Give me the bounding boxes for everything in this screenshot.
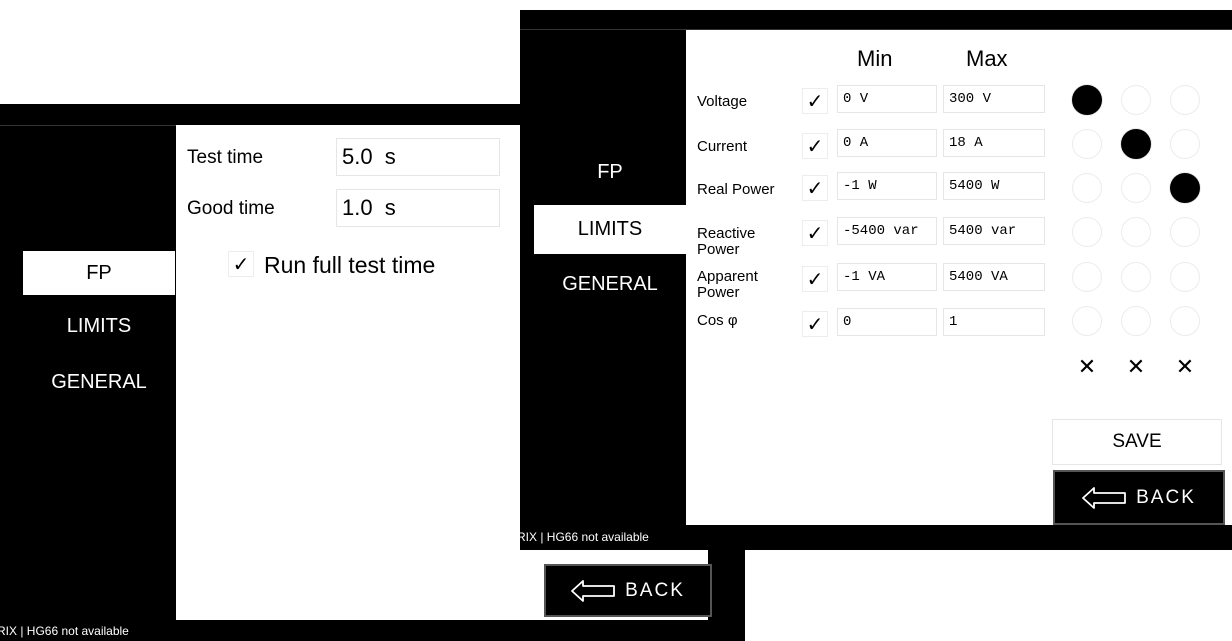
back-nav-general[interactable]: GENERAL — [23, 360, 175, 404]
real-power-max-field[interactable]: 5400 W — [943, 172, 1045, 200]
front-window-back-label: BACK — [1136, 486, 1196, 508]
front-window: FP LIMITS GENERAL Min Max Voltage ✓ 0 V … — [520, 10, 1232, 550]
apparent-power-min-field[interactable]: -1 VA — [837, 263, 937, 291]
front-nav-general[interactable]: GENERAL — [534, 262, 686, 306]
radio-cos-phi-2[interactable] — [1121, 306, 1151, 336]
radio-real-power-2[interactable] — [1121, 173, 1151, 203]
radio-real-power-3[interactable] — [1170, 173, 1200, 203]
radio-apparent-power-1[interactable] — [1072, 262, 1102, 292]
limits-panel: Min Max Voltage ✓ 0 V 300 V Current ✓ 0 … — [686, 30, 1232, 525]
radio-cos-phi-3[interactable] — [1170, 306, 1200, 336]
front-nav-limits[interactable]: LIMITS — [534, 205, 686, 254]
radio-voltage-1[interactable] — [1072, 85, 1102, 115]
radio-reactive-power-1[interactable] — [1072, 217, 1102, 247]
row-label-real-power: Real Power — [697, 181, 775, 198]
good-time-field[interactable]: 1.0 s — [336, 189, 500, 227]
run-full-label: Run full test time — [264, 252, 436, 278]
run-full-checkbox[interactable]: ✓ — [228, 251, 254, 277]
front-status-text: RIX | HG66 not available — [520, 530, 649, 544]
test-time-field[interactable]: 5.0 s — [336, 138, 500, 176]
back-window-back-label: BACK — [625, 579, 685, 601]
radio-apparent-power-3[interactable] — [1170, 262, 1200, 292]
row-checkbox-reactive-power[interactable]: ✓ — [802, 220, 828, 246]
row-label-voltage: Voltage — [697, 93, 748, 110]
back-window-back-button[interactable]: BACK — [544, 564, 712, 617]
min-header: Min — [857, 46, 893, 71]
clear-column-3-button[interactable]: ✕ — [1170, 352, 1200, 382]
radio-cos-phi-1[interactable] — [1072, 306, 1102, 336]
back-nav-fp[interactable]: FP — [23, 251, 175, 295]
row-checkbox-voltage[interactable]: ✓ — [802, 88, 828, 114]
voltage-max-field[interactable]: 300 V — [943, 85, 1045, 113]
radio-current-1[interactable] — [1072, 129, 1102, 159]
row-label-cos-phi: Cos φ — [697, 312, 738, 329]
current-max-field[interactable]: 18 A — [943, 129, 1045, 157]
row-label-reactive-power: Reactive Power — [697, 225, 756, 258]
radio-voltage-3[interactable] — [1170, 85, 1200, 115]
real-power-min-field[interactable]: -1 W — [837, 172, 937, 200]
good-time-label: Good time — [187, 198, 275, 219]
back-nav-limits[interactable]: LIMITS — [23, 304, 175, 348]
clear-column-2-button[interactable]: ✕ — [1121, 352, 1151, 382]
radio-current-3[interactable] — [1170, 129, 1200, 159]
left-arrow-icon — [1082, 486, 1127, 509]
row-checkbox-real-power[interactable]: ✓ — [802, 175, 828, 201]
radio-apparent-power-2[interactable] — [1121, 262, 1151, 292]
cos-phi-min-field[interactable]: 0 — [837, 308, 937, 336]
row-label-current: Current — [697, 138, 748, 155]
back-status-text: RIX | HG66 not available — [0, 624, 129, 638]
reactive-power-max-field[interactable]: 5400 var — [943, 217, 1045, 245]
radio-current-2[interactable] — [1121, 129, 1151, 159]
row-checkbox-apparent-power[interactable]: ✓ — [802, 266, 828, 292]
front-window-top-strip — [520, 10, 1232, 30]
current-min-field[interactable]: 0 A — [837, 129, 937, 157]
max-header: Max — [966, 46, 1008, 71]
radio-real-power-1[interactable] — [1072, 173, 1102, 203]
voltage-min-field[interactable]: 0 V — [837, 85, 937, 113]
radio-reactive-power-2[interactable] — [1121, 217, 1151, 247]
front-window-back-button[interactable]: BACK — [1053, 470, 1225, 525]
clear-column-1-button[interactable]: ✕ — [1072, 352, 1102, 382]
apparent-power-max-field[interactable]: 5400 VA — [943, 263, 1045, 291]
radio-voltage-2[interactable] — [1121, 85, 1151, 115]
cos-phi-max-field[interactable]: 1 — [943, 308, 1045, 336]
left-arrow-icon — [571, 579, 616, 602]
row-checkbox-current[interactable]: ✓ — [802, 133, 828, 159]
front-nav-fp[interactable]: FP — [534, 150, 686, 194]
test-time-label: Test time — [187, 147, 264, 168]
row-label-apparent-power: Apparent Power — [697, 268, 758, 301]
reactive-power-min-field[interactable]: -5400 var — [837, 217, 937, 245]
save-button[interactable]: SAVE — [1052, 419, 1222, 465]
radio-reactive-power-3[interactable] — [1170, 217, 1200, 247]
row-checkbox-cos-phi[interactable]: ✓ — [802, 311, 828, 337]
